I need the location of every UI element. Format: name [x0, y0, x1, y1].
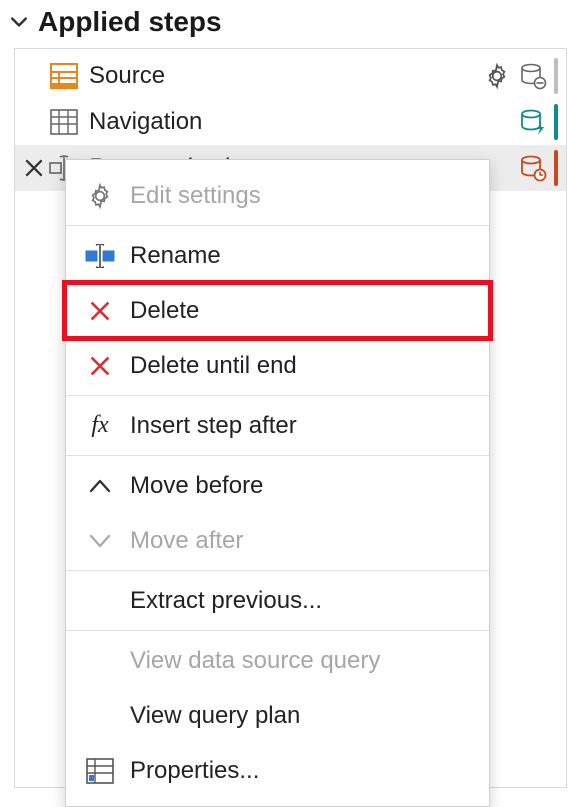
status-bar [554, 150, 558, 186]
menu-separator [66, 455, 489, 456]
rename-icon [82, 241, 118, 271]
menu-item-edit-settings: Edit settings [66, 168, 489, 223]
delete-x-icon [82, 296, 118, 326]
gear-icon[interactable] [482, 61, 512, 91]
step-label: Navigation [89, 108, 518, 136]
menu-item-label: Rename [130, 242, 221, 270]
tutorial-highlight [62, 280, 493, 341]
status-bar [554, 58, 558, 94]
database-cancel-icon [518, 61, 548, 91]
menu-item-label: Move after [130, 527, 243, 555]
menu-item-label: Insert step after [130, 412, 297, 440]
applied-steps-header[interactable]: Applied steps [0, 0, 581, 48]
menu-separator [66, 395, 489, 396]
fx-icon: fx [82, 411, 118, 441]
menu-separator [66, 225, 489, 226]
delete-x-icon [82, 351, 118, 381]
no-icon [82, 646, 118, 676]
menu-item-label: View query plan [130, 702, 300, 730]
context-menu: Edit settings Rename De [65, 159, 490, 807]
step-row-source[interactable]: Source [15, 53, 566, 99]
step-row-navigation[interactable]: Navigation [15, 99, 566, 145]
chevron-up-icon [82, 471, 118, 501]
menu-item-label: Edit settings [130, 182, 261, 210]
menu-item-label: Properties... [130, 757, 259, 785]
menu-item-view-query-plan[interactable]: View query plan [66, 688, 489, 743]
menu-item-label: Extract previous... [130, 587, 322, 615]
no-icon [82, 586, 118, 616]
menu-item-delete[interactable]: Delete [66, 283, 489, 338]
menu-item-label: Move before [130, 472, 263, 500]
menu-item-view-data-source-query: View data source query [66, 633, 489, 688]
menu-item-label: Delete [130, 297, 199, 325]
no-icon [82, 701, 118, 731]
menu-item-delete-until-end[interactable]: Delete until end [66, 338, 489, 393]
gear-icon [82, 181, 118, 211]
step-label: Source [89, 62, 482, 90]
menu-separator [66, 630, 489, 631]
menu-item-rename[interactable]: Rename [66, 228, 489, 283]
navigation-table-icon [49, 107, 79, 137]
chevron-down-icon [10, 13, 28, 31]
menu-item-insert-step-after[interactable]: fx Insert step after [66, 398, 489, 453]
database-lightning-icon [518, 107, 548, 137]
source-table-icon [49, 61, 79, 91]
menu-item-move-before[interactable]: Move before [66, 458, 489, 513]
menu-separator [66, 570, 489, 571]
database-clock-icon [518, 153, 548, 183]
menu-item-label: Delete until end [130, 352, 297, 380]
chevron-down-icon [82, 526, 118, 556]
steps-panel: Source [14, 48, 567, 788]
menu-item-move-after: Move after [66, 513, 489, 568]
status-bar [554, 104, 558, 140]
delete-step-x-icon[interactable] [17, 145, 51, 191]
properties-icon [82, 756, 118, 786]
menu-item-properties[interactable]: Properties... [66, 743, 489, 798]
menu-item-label: View data source query [130, 647, 380, 675]
menu-item-extract-previous[interactable]: Extract previous... [66, 573, 489, 628]
section-title: Applied steps [38, 6, 222, 38]
